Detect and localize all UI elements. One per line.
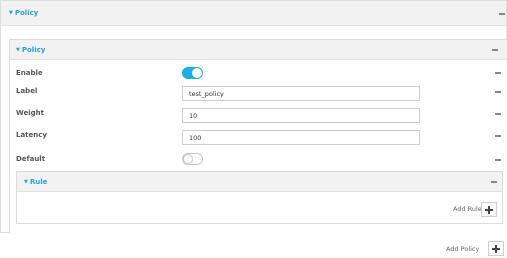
rule-panel-title-text: Rule [29, 178, 48, 186]
label-field-label: Label [16, 87, 38, 95]
plus-icon [495, 245, 497, 253]
minus-icon[interactable] [495, 72, 501, 74]
toggle-knob [183, 154, 193, 164]
plus-icon [488, 206, 490, 214]
add-policy-label: Add Policy [446, 245, 480, 253]
minus-icon[interactable] [495, 113, 501, 115]
default-label: Default [16, 155, 46, 163]
policy-panel-title-text: Policy [14, 9, 39, 17]
minus-icon[interactable] [499, 13, 505, 15]
caret-down-icon: ▼ [9, 10, 13, 16]
minus-icon[interactable] [491, 181, 497, 183]
enable-toggle[interactable] [182, 67, 203, 79]
enable-label: Enable [16, 69, 43, 77]
policy-subpanel-title-text: Policy [21, 46, 46, 54]
rule-panel: ▼ Rule Add Rule [16, 171, 503, 224]
policy-subpanel-header[interactable]: ▼ Policy [10, 40, 507, 60]
weight-input[interactable] [182, 108, 420, 123]
label-input[interactable] [182, 86, 420, 101]
weight-label: Weight [16, 109, 44, 117]
minus-icon[interactable] [495, 91, 501, 93]
policy-panel-header[interactable]: ▼ Policy [1, 1, 506, 26]
minus-icon[interactable] [495, 135, 501, 137]
rule-panel-title[interactable]: ▼ Rule [24, 178, 47, 186]
caret-down-icon: ▼ [24, 179, 28, 185]
rule-panel-header[interactable]: ▼ Rule [17, 172, 502, 192]
caret-down-icon: ▼ [16, 47, 20, 53]
add-policy-button[interactable] [488, 241, 504, 256]
minus-icon[interactable] [492, 49, 498, 51]
default-toggle[interactable] [182, 153, 203, 165]
latency-input[interactable] [182, 130, 420, 145]
add-rule-label: Add Rule [453, 205, 482, 213]
add-rule-button[interactable] [481, 202, 497, 217]
latency-label: Latency [16, 131, 47, 139]
minus-icon[interactable] [495, 159, 501, 161]
policy-panel-title[interactable]: ▼ Policy [9, 9, 38, 17]
policy-subpanel-title[interactable]: ▼ Policy [16, 46, 45, 54]
toggle-knob [192, 68, 202, 78]
